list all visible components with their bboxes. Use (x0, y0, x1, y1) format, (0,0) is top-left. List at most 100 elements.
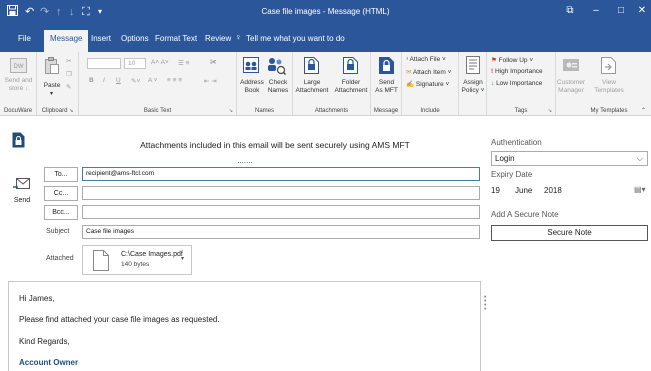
align-icon[interactable]: ≡ ≡ ≡ (167, 77, 182, 84)
clear-formatting-icon[interactable]: ✀ (210, 59, 216, 67)
docuware-icon: DW (10, 58, 27, 73)
address-book-button[interactable]: Address Book (238, 79, 266, 95)
group-tags: ⚑ Follow Up ˅ ! High Importance ↓ Low Im… (487, 52, 556, 116)
italic-icon[interactable]: I (103, 77, 105, 84)
group-label-message: Message (373, 108, 399, 114)
bold-icon[interactable]: B (89, 77, 94, 84)
expiry-year: 2018 (544, 186, 562, 195)
mft-banner: Attachments included in this email will … (140, 140, 410, 150)
tab-insert[interactable]: Insert (91, 34, 111, 43)
indent-icon[interactable]: ⇤ ⇥ (204, 77, 217, 85)
group-label-tags: Tags (514, 108, 528, 114)
paste-dropdown-icon[interactable]: ▾ (50, 90, 53, 97)
ribbon-display-options-icon[interactable]: ⧉ (560, 5, 580, 16)
clipboard-launcher-icon[interactable]: ↘ (69, 108, 73, 114)
view-templates-button[interactable]: View Templates (586, 79, 632, 95)
group-docuware: DW Send and store ↓ DocuWare (0, 52, 37, 116)
low-importance-button[interactable]: ↓ Low Importance (491, 80, 542, 87)
signature-button[interactable]: ✍ Signature ˅ (406, 80, 449, 88)
authentication-select[interactable]: Login ⌵ (491, 151, 648, 166)
tab-file[interactable]: File (18, 34, 31, 43)
send-and-store-line2: store ↓ (8, 85, 29, 92)
grow-font-icon[interactable]: A˄ A˅ (151, 59, 169, 66)
send-as-mft-button[interactable]: Send As MFT (371, 79, 402, 95)
send-as-mft-line2: As MFT (375, 87, 398, 94)
customer-manager-button[interactable]: Customer Manager (556, 79, 586, 95)
ribbon: DW Send and store ↓ DocuWare Paste ▾ ✂ ❐ … (0, 52, 651, 116)
cut-icon[interactable]: ✂ (66, 57, 71, 65)
address-book-line2: Book (244, 87, 260, 94)
send-envelope-icon (13, 178, 30, 189)
assign-policy-button[interactable]: Assign Policy ˅ (459, 79, 487, 95)
group-label-basic-text: Basic Text (143, 108, 172, 114)
send-as-mft-icon (379, 57, 394, 74)
attachment-dropdown-icon[interactable]: ▾ (181, 255, 184, 262)
underline-icon[interactable]: U (116, 77, 121, 84)
message-body[interactable]: Hi James, Please find attached your case… (8, 281, 481, 371)
attached-label: Attached (46, 255, 74, 262)
signature-line: Account Owner (19, 358, 79, 367)
attach-file-button[interactable]: ᵌ Attach File ˅ (406, 56, 446, 63)
subject-field[interactable]: Case file images (82, 225, 480, 239)
tab-review[interactable]: Review (205, 34, 231, 43)
to-field[interactable]: recipient@ams-ftcl.com (82, 167, 480, 181)
subject-label: Subject (46, 228, 70, 235)
paste-icon[interactable] (45, 57, 59, 74)
to-button[interactable]: To... (44, 167, 78, 182)
tab-options[interactable]: Options (121, 34, 149, 43)
window-title: Case file images - Message (HTML) (261, 7, 390, 16)
font-name-box[interactable] (87, 58, 121, 69)
bcc-button[interactable]: Bcc... (44, 205, 78, 220)
calendar-icon[interactable]: ▤▾ (634, 185, 646, 194)
follow-up-button[interactable]: ⚑ Follow Up ˅ (491, 56, 533, 64)
customer-manager-line2: Manager (558, 87, 584, 94)
send-label: Send (13, 197, 31, 204)
collapse-ribbon-icon[interactable]: ⌃ (641, 107, 646, 114)
tab-message[interactable]: Message (44, 30, 89, 52)
send-button[interactable]: Send (8, 167, 36, 211)
high-importance-button[interactable]: ! High Importance (491, 68, 543, 75)
check-names-line1: Check (268, 79, 288, 86)
format-painter-icon[interactable]: ✎ (66, 83, 71, 91)
tell-me-search[interactable]: Tell me what you want to do (246, 34, 345, 43)
group-my-templates: View Templates My Templates ⌃ (586, 52, 646, 116)
cc-field[interactable] (82, 186, 480, 200)
chevron-down-icon: ⌵ (636, 154, 643, 163)
group-basic-text: 10 A˄ A˅ ☰ ≡ ✀ B I U ✎˅ A ˅ ≡ ≡ ≡ ⇤ ⇥ Ba… (79, 52, 237, 116)
minimize-icon[interactable]: – (586, 5, 606, 16)
envelope-icon: ✉ (406, 69, 412, 76)
ribbon-tab-bar: File Message Insert Options Format Text … (0, 26, 651, 52)
paste-button[interactable]: Paste (40, 82, 64, 90)
banner-dots: ....... (237, 156, 253, 165)
title-bar: ↶ ↷ ↑ ↓ ⛶ ▾ Case file images - Message (… (0, 0, 651, 26)
check-names-button[interactable]: Check Names (264, 79, 292, 95)
view-templates-line1: View (602, 79, 616, 86)
tab-format-text[interactable]: Format Text (155, 34, 197, 43)
exclamation-icon: ! (491, 68, 494, 75)
outlook-message-window: ↶ ↷ ↑ ↓ ⛶ ▾ Case file images - Message (… (0, 0, 651, 371)
send-and-store-button[interactable]: Send and store ↓ (0, 77, 37, 93)
attach-item-button[interactable]: ✉ Attach Item ˅ (406, 68, 451, 76)
tags-launcher-icon[interactable]: ↘ (548, 108, 552, 114)
bcc-field[interactable] (82, 205, 480, 219)
folder-attachment-button[interactable]: Folder Attachment (332, 79, 370, 95)
pane-splitter[interactable]: • • • • (484, 294, 486, 313)
down-arrow-icon: ↓ (491, 80, 495, 87)
attachment-name: C:\Case Images.pdf (121, 251, 183, 258)
basic-text-launcher-icon[interactable]: ↘ (229, 108, 233, 114)
group-label-attachments: Attachments (314, 108, 349, 114)
maximize-icon[interactable]: □ (611, 5, 631, 16)
bullets-icon[interactable]: ☰ ≡ (178, 59, 189, 67)
cc-button[interactable]: Cc... (44, 186, 78, 201)
font-color-icon[interactable]: A ˅ (148, 77, 158, 84)
copy-icon[interactable]: ❐ (66, 70, 72, 78)
group-names: Address Book Check Names Names (237, 52, 293, 116)
highlight-icon[interactable]: ✎˅ (131, 77, 140, 85)
secure-note-button[interactable]: Secure Note (491, 225, 648, 241)
large-attachment-button[interactable]: Large Attachment (293, 79, 331, 95)
attachment-chip[interactable]: C:\Case Images.pdf 140 bytes ▾ (82, 245, 192, 275)
font-size-box[interactable]: 10 (124, 58, 146, 69)
check-names-line2: Names (267, 87, 289, 94)
expiry-date-picker[interactable]: 19 June 2018 ▤▾ (491, 184, 648, 199)
close-icon[interactable]: ✕ (632, 5, 651, 16)
